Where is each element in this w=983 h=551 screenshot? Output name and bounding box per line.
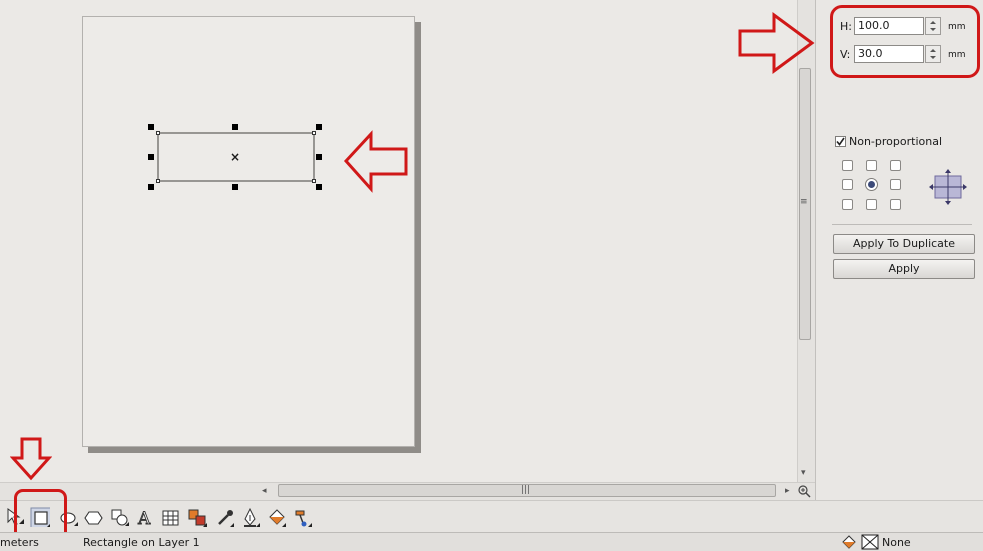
drawing-page[interactable] (82, 16, 415, 447)
rectangle-node-bottom-left[interactable] (156, 179, 160, 183)
anchor-center-selected[interactable] (865, 178, 878, 191)
anchor-bottom-right[interactable] (890, 199, 901, 210)
selection-handle-middle-right[interactable] (316, 154, 322, 160)
zoom-navigator-icon[interactable] (797, 484, 811, 498)
table-tool-icon[interactable] (160, 507, 180, 527)
selection-handle-bottom-middle[interactable] (232, 184, 238, 190)
size-fields-highlight-oval (830, 5, 980, 78)
selection-handle-top-left[interactable] (148, 124, 154, 130)
selection-handle-top-middle[interactable] (232, 124, 238, 130)
apply-to-duplicate-button[interactable]: Apply To Duplicate (833, 234, 975, 254)
selection-handle-bottom-left[interactable] (148, 184, 154, 190)
rectangle-node-top-left[interactable] (156, 131, 160, 135)
object-info-text: Rectangle on Layer 1 (83, 536, 200, 549)
down-arrow-annotation (10, 437, 52, 481)
basic-shapes-tool-icon[interactable] (109, 507, 129, 527)
radio-dot-icon (868, 181, 875, 188)
units-text: meters (0, 536, 39, 549)
interactive-blend-tool-icon[interactable] (187, 507, 207, 527)
rectangle-node-bottom-right[interactable] (312, 179, 316, 183)
scale-preview-icon (929, 169, 967, 205)
apply-button[interactable]: Apply (833, 259, 975, 279)
text-tool-icon[interactable]: A (135, 507, 155, 527)
docker-divider (832, 224, 972, 225)
anchor-bottom-center[interactable] (866, 199, 877, 210)
anchor-top-right[interactable] (890, 160, 901, 171)
fill-bucket-icon (842, 535, 856, 549)
no-fill-swatch-icon[interactable] (861, 534, 879, 550)
left-arrow-annotation (343, 130, 408, 193)
center-x-marker: × (230, 150, 241, 164)
svg-text:A: A (137, 509, 151, 527)
selection-handle-bottom-right[interactable] (316, 184, 322, 190)
fill-tool-icon[interactable] (266, 507, 286, 527)
polygon-tool-icon[interactable] (83, 507, 103, 527)
horizontal-thumb-grip-icon: ||| (521, 485, 531, 495)
checkmark-icon (836, 137, 845, 146)
selection-handle-top-right[interactable] (316, 124, 322, 130)
selection-handle-middle-left[interactable] (148, 154, 154, 160)
vertical-thumb-grip-icon: ≡ (800, 197, 808, 207)
anchor-middle-left[interactable] (842, 179, 853, 190)
scroll-right-icon[interactable]: ▸ (785, 485, 790, 497)
anchor-bottom-left[interactable] (842, 199, 853, 210)
interactive-fill-tool-icon[interactable] (292, 507, 312, 527)
eyedropper-tool-icon[interactable] (214, 507, 234, 527)
non-proportional-label: Non-proportional (849, 135, 942, 148)
anchor-middle-right[interactable] (890, 179, 901, 190)
fill-none-label: None (882, 536, 911, 549)
anchor-top-left[interactable] (842, 160, 853, 171)
right-arrow-annotation (738, 12, 815, 74)
scroll-left-icon[interactable]: ◂ (262, 485, 267, 497)
non-proportional-checkbox[interactable] (835, 136, 846, 147)
scroll-down-icon[interactable]: ▾ (801, 467, 806, 479)
anchor-top-center[interactable] (866, 160, 877, 171)
outline-pen-tool-icon[interactable] (240, 507, 260, 527)
rectangle-node-top-right[interactable] (312, 131, 316, 135)
